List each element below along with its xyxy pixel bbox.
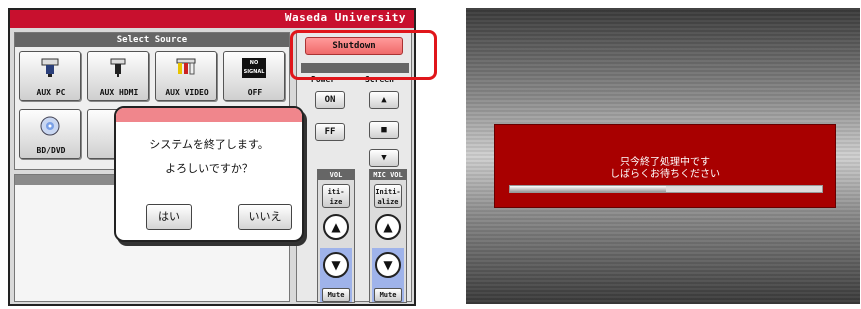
progress-bar: [509, 185, 823, 193]
busy-message-line2: しばらくお待ちください: [610, 169, 720, 180]
no-button[interactable]: いいえ: [238, 204, 292, 230]
screen-down-button[interactable]: ▼: [369, 149, 399, 167]
triangle-up-icon: ▲: [381, 95, 387, 105]
shutdown-progress-screen: 只今終了処理中です しばらくお待ちください: [466, 8, 860, 304]
dialog-message-line1: システムを終了します。: [149, 138, 269, 151]
vol-up-button[interactable]: ▲: [323, 214, 349, 240]
source-label: AUX VIDEO: [165, 88, 209, 97]
mic-initialize-button[interactable]: Initi- alize: [374, 184, 402, 208]
busy-message-box: 只今終了処理中です しばらくお待ちください: [494, 124, 836, 208]
source-bd-dvd-button[interactable]: BD/DVD: [19, 109, 81, 159]
shutdown-highlight: [290, 30, 437, 80]
source-aux-pc-button[interactable]: AUX PC: [19, 51, 81, 101]
disc-icon: [40, 116, 60, 136]
mic-vol-column: MIC VOL Initi- alize ▲ ▼ Mute: [369, 169, 407, 303]
stop-icon: ■: [381, 125, 387, 135]
vol-down-button[interactable]: ▼: [323, 252, 349, 278]
top-bar: Waseda University: [10, 10, 414, 28]
mic-down-button[interactable]: ▼: [375, 252, 401, 278]
yes-button[interactable]: はい: [146, 204, 192, 230]
rca-connector-icon: [176, 58, 196, 75]
source-label: AUX HDMI: [99, 88, 139, 97]
shutdown-confirm-dialog: システムを終了します。 よろしいですか？ はい いいえ: [114, 106, 304, 242]
dialog-title-bar: [116, 108, 302, 122]
source-off-button[interactable]: NO SIGNAL OFF: [223, 51, 285, 101]
vol-mute-button[interactable]: Mute: [322, 288, 350, 302]
source-label: AUX PC: [36, 88, 66, 97]
mic-mute-button[interactable]: Mute: [374, 288, 402, 302]
triangle-up-icon: ▲: [331, 220, 341, 234]
triangle-down-icon: ▼: [383, 258, 393, 272]
triangle-down-icon: ▼: [381, 153, 387, 163]
vol-initialize-button[interactable]: iti- ize: [322, 184, 350, 208]
select-source-title: Select Source: [15, 33, 289, 47]
vol-column: VOL iti- ize ▲ ▼ Mute: [317, 169, 355, 303]
mic-vol-label: MIC VOL: [370, 170, 406, 180]
screen-stop-button[interactable]: ■: [369, 121, 399, 139]
hdmi-connector-icon: [110, 58, 126, 77]
source-label: BD/DVD: [36, 146, 66, 155]
mic-up-button[interactable]: ▲: [375, 214, 401, 240]
vol-label: VOL: [318, 170, 354, 180]
triangle-down-icon: ▼: [331, 258, 341, 272]
dialog-message-line2: よろしいですか？: [165, 162, 253, 175]
pc-connector-icon: [41, 58, 59, 77]
source-aux-video-button[interactable]: AUX VIDEO: [155, 51, 217, 101]
source-label: OFF: [247, 88, 263, 97]
projector-on-button[interactable]: ON: [315, 91, 345, 109]
no-signal-icon: NO SIGNAL: [242, 58, 266, 78]
screen-up-button[interactable]: ▲: [369, 91, 399, 109]
source-aux-hdmi-button[interactable]: AUX HDMI: [87, 51, 149, 101]
org-title: Waseda University: [284, 11, 406, 24]
control-panel-screen: Waseda University Select Source AUX PC A…: [8, 8, 437, 306]
triangle-up-icon: ▲: [383, 220, 393, 234]
projector-off-button[interactable]: FF: [315, 123, 345, 141]
progress-fill: [510, 186, 666, 192]
